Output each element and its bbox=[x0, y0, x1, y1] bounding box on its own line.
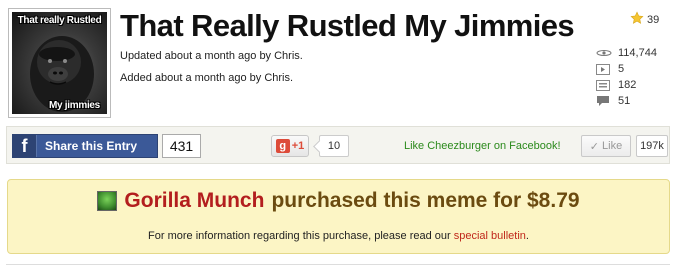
star-icon bbox=[630, 11, 644, 28]
gorilla-illustration bbox=[30, 36, 94, 112]
videos-value: 5 bbox=[618, 63, 625, 75]
google-plus-label: +1 bbox=[291, 140, 305, 152]
special-bulletin-link[interactable]: special bulletin bbox=[454, 230, 526, 242]
facebook-share-count: 431 bbox=[162, 134, 201, 158]
checkmark-icon: ✓ bbox=[589, 140, 600, 153]
google-plus-count: 10 bbox=[319, 135, 349, 157]
images-stat[interactable]: 182 bbox=[596, 77, 657, 93]
entry-thumbnail[interactable]: That really Rustled My jimmies bbox=[8, 8, 111, 118]
favorites-count[interactable]: 39 bbox=[630, 11, 659, 28]
thumbnail-top-caption: That really Rustled bbox=[17, 15, 102, 26]
gorilla-image: That really Rustled My jimmies bbox=[12, 12, 107, 114]
favorites-value: 39 bbox=[647, 13, 660, 26]
views-stat: 114,744 bbox=[596, 45, 657, 61]
video-icon bbox=[596, 63, 614, 75]
purchase-headline: Gorilla Munch purchased this meme for $8… bbox=[8, 189, 669, 213]
google-plus-button[interactable]: g +1 bbox=[271, 135, 309, 157]
thumbnail-bottom-caption: My jimmies bbox=[49, 100, 100, 111]
image-icon bbox=[596, 79, 614, 91]
purchase-info: For more information regarding this purc… bbox=[8, 230, 669, 242]
gorilla-munch-icon bbox=[97, 191, 118, 211]
entry-header: That really Rustled My jimmies That Real… bbox=[0, 0, 680, 122]
purchase-notice: Gorilla Munch purchased this meme for $8… bbox=[7, 179, 670, 254]
facebook-like-button[interactable]: ✓ Like bbox=[581, 135, 631, 157]
purchase-info-suffix: . bbox=[525, 230, 529, 242]
added-text: Added about a month ago by Chris. bbox=[120, 72, 294, 84]
divider bbox=[6, 264, 670, 265]
comment-icon bbox=[596, 95, 614, 107]
updated-text: Updated about a month ago by Chris. bbox=[120, 50, 303, 62]
google-plus-icon: g bbox=[275, 139, 290, 153]
facebook-like-count: 197k bbox=[636, 135, 668, 157]
views-value: 114,744 bbox=[618, 47, 657, 59]
facebook-share-button[interactable]: f Share this Entry bbox=[12, 134, 158, 158]
share-bar: f Share this Entry 431 g +1 10 Like Chee… bbox=[6, 126, 670, 164]
comments-stat[interactable]: 51 bbox=[596, 93, 657, 109]
page-title: That Really Rustled My Jimmies bbox=[120, 8, 575, 43]
facebook-share-label: Share this Entry bbox=[45, 139, 138, 153]
comments-value: 51 bbox=[618, 95, 631, 107]
videos-stat[interactable]: 5 bbox=[596, 61, 657, 77]
images-value: 182 bbox=[618, 79, 637, 91]
like-label: Like bbox=[602, 140, 623, 152]
buyer-name: Gorilla Munch bbox=[124, 189, 265, 212]
purchase-info-text: For more information regarding this purc… bbox=[148, 230, 451, 242]
purchase-text: purchased this meme for $8.79 bbox=[271, 189, 580, 212]
like-cheezburger-text: Like Cheezburger on Facebook! bbox=[404, 140, 561, 152]
entry-stats: 114,744 5 182 51 bbox=[596, 45, 657, 109]
facebook-icon: f bbox=[13, 135, 37, 157]
eye-icon bbox=[596, 49, 614, 57]
